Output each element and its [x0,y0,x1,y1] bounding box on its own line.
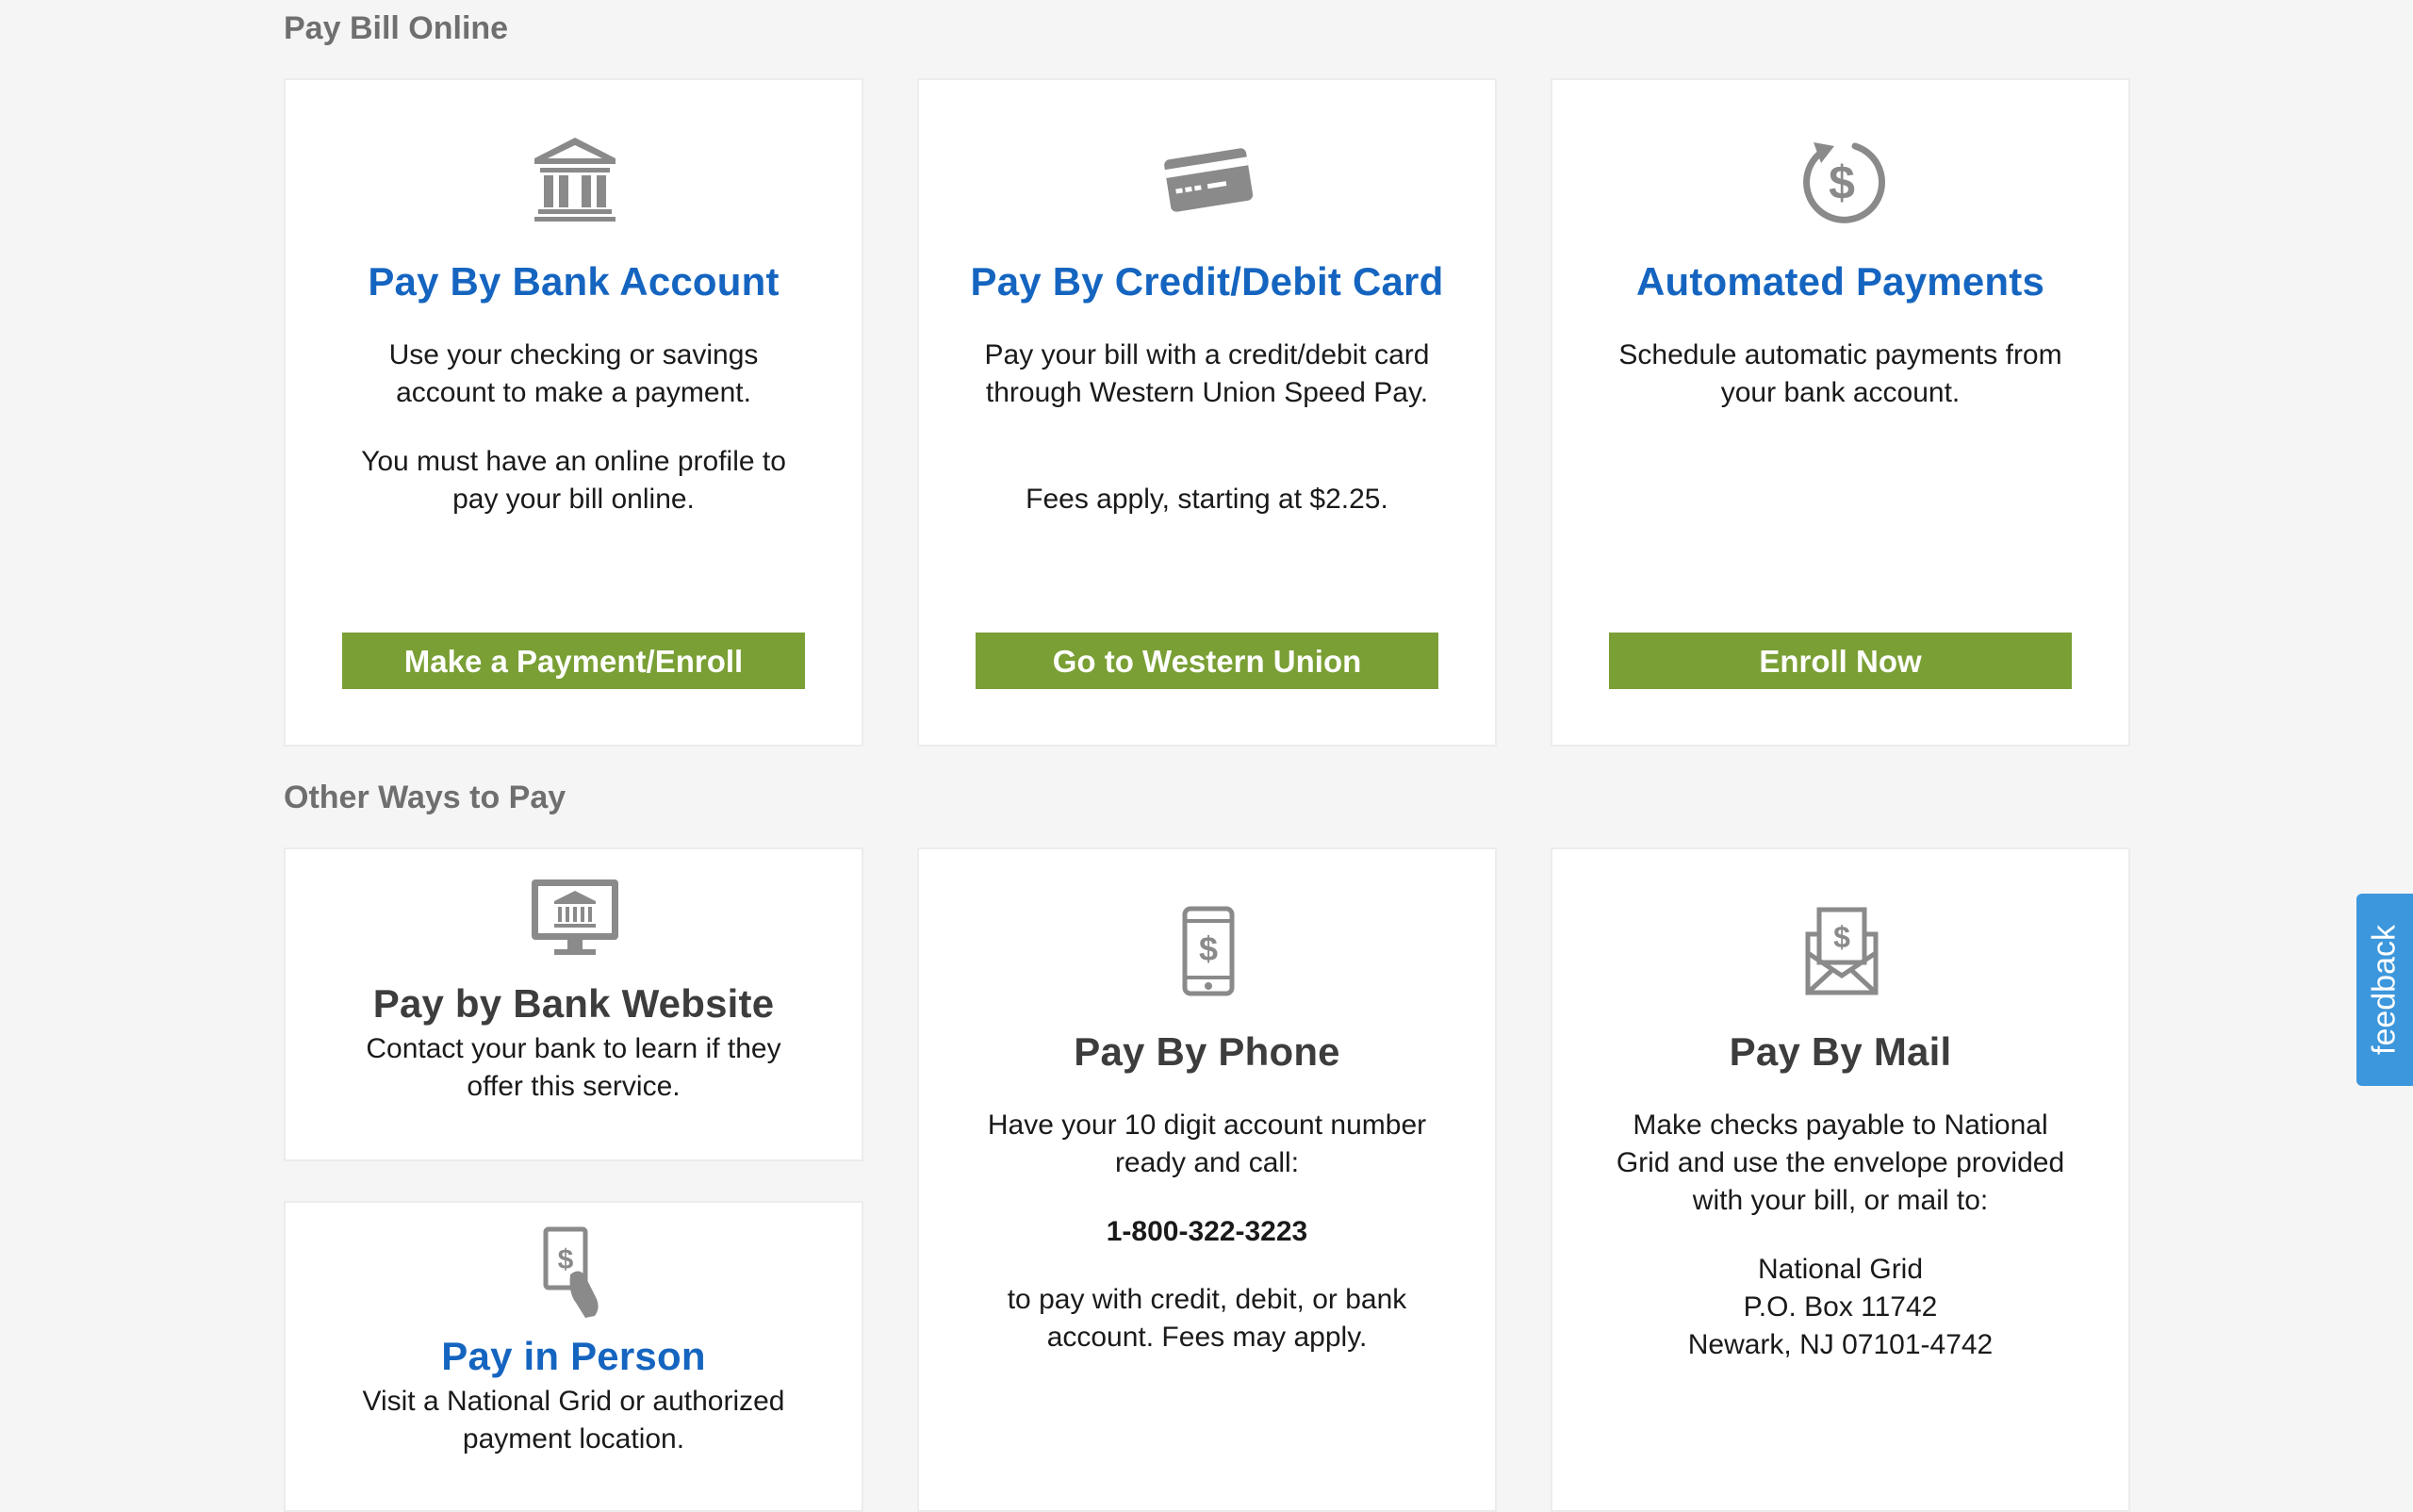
address-line: P.O. Box 11742 [1743,1291,1938,1323]
go-to-western-union-button[interactable]: Go to Western Union [976,633,1438,689]
card-title: Pay by Bank Website [372,981,775,1026]
card-pay-by-mail: $ Pay By Mail Make checks payable to Nat… [1551,847,2130,1512]
card-description: Contact your bank to learn if they offer… [366,1033,781,1102]
card-pay-by-bank-account: Pay By Bank Account Use your checking or… [284,78,863,747]
card-fees: Fees apply, starting at $2.25. [1026,484,1388,515]
card-title[interactable]: Pay By Bank Account [286,258,862,305]
feedback-tab[interactable]: feedback [2356,894,2413,1086]
card-description: Have your 10 digit account number ready … [987,1109,1427,1178]
card-note: You must have an online profile to pay y… [361,446,786,515]
section-heading-other-ways: Other Ways to Pay [284,780,566,815]
phone-dollar-icon: $ [1182,906,1235,996]
svg-text:$: $ [1833,920,1850,954]
svg-text:$: $ [558,1244,574,1275]
card-title[interactable]: Automated Payments [1552,258,2128,305]
card-title[interactable]: Pay By Credit/Debit Card [919,258,1495,305]
hand-bill-icon: $ [543,1226,599,1318]
svg-text:$: $ [1199,929,1218,968]
card-description: Pay your bill with a credit/debit card t… [984,339,1430,408]
card-title: Pay By Mail [1729,1029,1952,1074]
svg-text:$: $ [1829,156,1855,209]
phone-number[interactable]: 1-800-322-3223 [919,1213,1495,1251]
card-automated-payments: $ Automated Payments Schedule automatic … [1551,78,2130,747]
card-note: to pay with credit, debit, or bank accou… [1007,1284,1407,1353]
card-description: Visit a National Grid or authorized paym… [362,1386,785,1454]
section-heading-pay-online: Pay Bill Online [284,10,509,46]
envelope-dollar-icon: $ [1805,907,1879,995]
card-description: Make checks payable to National Grid and… [1616,1109,2065,1216]
card-pay-by-credit-card: Pay By Credit/Debit Card Pay your bill w… [917,78,1497,747]
monitor-bank-icon [532,879,618,955]
feedback-label: feedback [2366,925,2403,1055]
card-pay-by-bank-website: Pay by Bank Website Contact your bank to… [284,847,863,1161]
make-payment-enroll-button[interactable]: Make a Payment/Enroll [342,633,805,689]
card-pay-in-person: $ Pay in Person Visit a National Grid or… [284,1201,863,1512]
credit-card-icon [1164,148,1254,212]
recurring-dollar-icon: $ [1803,142,1886,223]
card-title[interactable]: Pay in Person [286,1333,862,1380]
address-line: Newark, NJ 07101-4742 [1687,1329,1994,1360]
card-description: Schedule automatic payments from your ba… [1618,339,2062,408]
card-title: Pay By Phone [1074,1029,1340,1074]
enroll-now-button[interactable]: Enroll Now [1609,633,2072,689]
address-line: National Grid [1757,1254,1924,1285]
card-description: Use your checking or savings account to … [388,339,759,408]
card-pay-by-phone: $ Pay By Phone Have your 10 digit accoun… [917,847,1497,1512]
bank-icon [534,138,616,222]
